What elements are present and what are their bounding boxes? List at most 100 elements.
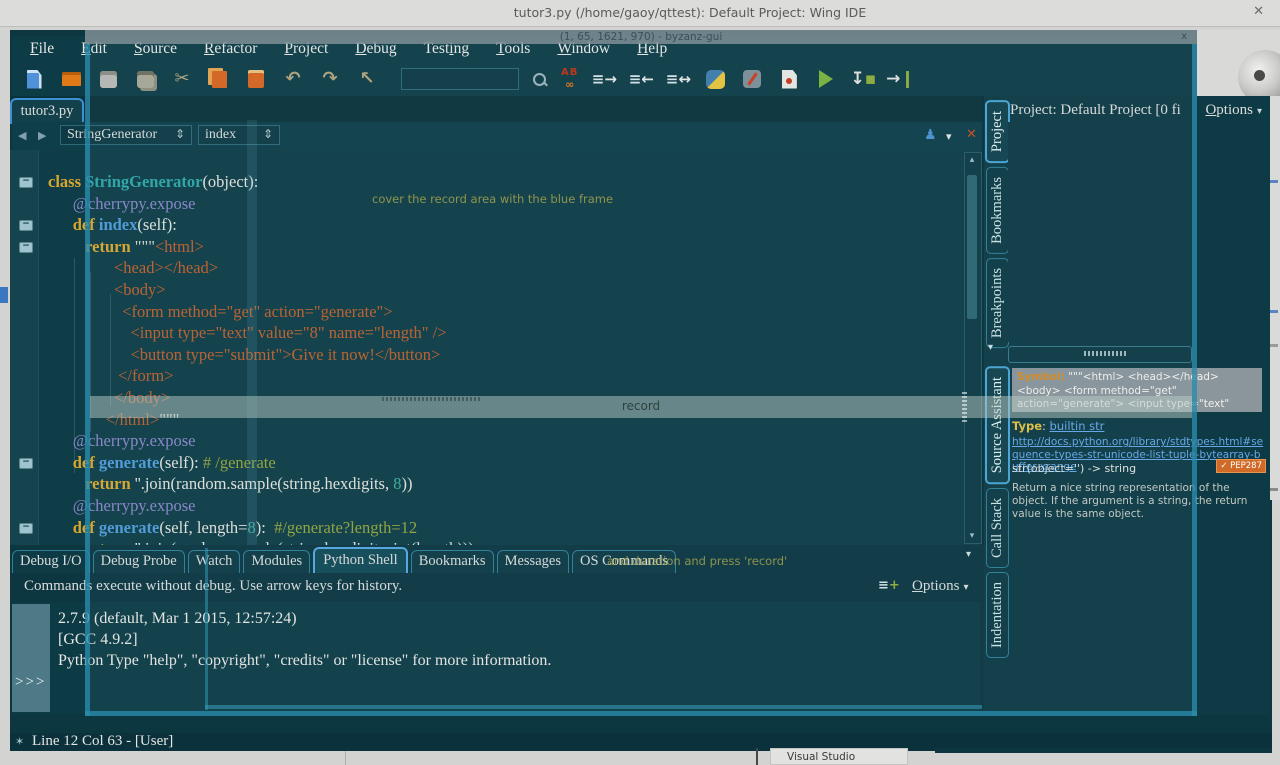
record-handle-dots [382, 397, 480, 401]
replace-icon[interactable]: AB∞ [561, 67, 578, 91]
close-editor-icon[interactable]: ✕ [966, 127, 977, 142]
redo-icon[interactable]: ↷ [318, 67, 342, 91]
search-input[interactable] [401, 68, 519, 90]
code-line[interactable]: <form method="get" action="generate"> [48, 301, 968, 323]
scrollbar-thumb[interactable] [967, 175, 977, 319]
code-editor[interactable]: − − − − − class StringGenerator(object): @ch… [10, 150, 984, 545]
record-handle-dots [962, 390, 967, 422]
indent-left-icon[interactable]: ≡← [629, 67, 653, 91]
scroll-down-icon[interactable]: ▾ [965, 531, 979, 541]
record-frame-left[interactable] [85, 44, 90, 716]
recorder-close-icon[interactable]: x [1181, 31, 1187, 42]
taskbar-divider [345, 751, 346, 765]
code-line[interactable]: @cherrypy.expose [48, 430, 968, 452]
panel-tab-breakpoints[interactable]: Breakpoints [986, 258, 1009, 348]
code-line[interactable]: return """<html> [48, 236, 968, 258]
record-button[interactable]: record [90, 396, 1192, 418]
code-line[interactable]: @cherrypy.expose [48, 495, 968, 517]
collapse-panel-icon[interactable]: ▾ [988, 342, 993, 353]
panel-tab-indentation[interactable]: Indentation [986, 572, 1009, 658]
window-edge [935, 748, 1272, 753]
python-icon[interactable] [703, 67, 727, 91]
window-close-icon[interactable]: ✕ [1253, 4, 1264, 19]
fold-marker[interactable]: − [19, 177, 33, 188]
code-line[interactable]: def generate(self): # /generate [48, 452, 968, 474]
debug-bug-icon[interactable]: ✶ [15, 735, 24, 748]
tab-python-shell[interactable]: Python Shell [313, 547, 408, 573]
copy-icon[interactable] [207, 67, 231, 91]
record-frame-right[interactable] [1192, 44, 1197, 716]
tab-watch[interactable]: Watch [188, 550, 241, 573]
new-file-icon[interactable] [22, 67, 46, 91]
tab-messages[interactable]: Messages [497, 550, 569, 573]
docstring-text: Return a nice string representation of t… [1012, 482, 1262, 521]
code-line[interactable]: <button type="submit">Give it now!</butt… [48, 344, 968, 366]
shell-line: 2.7.9 (default, Mar 1 2015, 12:57:24) [58, 608, 551, 629]
code-line[interactable]: <head></head> [48, 257, 968, 279]
panel-tab-call-stack[interactable]: Call Stack [986, 488, 1009, 568]
python-shell[interactable]: >>> 2.7.9 (default, Mar 1 2015, 12:57:24… [12, 602, 980, 714]
fold-marker[interactable]: − [19, 220, 33, 231]
sliver-mark [1269, 344, 1278, 347]
nav-forward-icon[interactable]: ▶ [38, 129, 46, 142]
open-folder-icon[interactable] [59, 67, 83, 91]
new-shell-icon[interactable]: ≡+ [878, 578, 900, 593]
paste-icon[interactable] [244, 67, 268, 91]
chevron-down-icon: ▾ [964, 582, 969, 593]
shell-output: 2.7.9 (default, Mar 1 2015, 12:57:24)[GC… [58, 608, 551, 671]
panel-tab-bookmarks[interactable]: Bookmarks [986, 167, 1009, 254]
fold-marker[interactable]: − [19, 458, 33, 469]
tab-debug-probe[interactable]: Debug Probe [93, 550, 185, 573]
panel-tab-project[interactable]: Project [985, 100, 1010, 163]
recorder-titlebar[interactable]: (1, 65, 1621, 970) - byzanz-gui x [85, 30, 1197, 44]
code-line[interactable]: return ''.join(random.sample(string.hexd… [48, 538, 968, 545]
editor-scrollbar[interactable]: ▴ ▾ [964, 152, 982, 544]
tab-modules[interactable]: Modules [243, 550, 310, 573]
tab-tutor3-py[interactable]: tutor3.py [10, 98, 84, 124]
tab-debug-i-o[interactable]: Debug I/O [12, 550, 90, 573]
tab-bookmarks[interactable]: Bookmarks [411, 550, 494, 573]
record-frame-bottom[interactable] [85, 711, 1197, 716]
build-tools-icon[interactable] [740, 67, 764, 91]
code-line[interactable]: <input type="text" value="8" name="lengt… [48, 322, 968, 344]
scope-dropdown[interactable]: StringGenerator⇕ [60, 125, 192, 145]
step-down-icon[interactable]: ↧▪ [851, 67, 875, 91]
code-text[interactable]: class StringGenerator(object): @cherrypy… [48, 150, 968, 545]
indent-right-icon[interactable]: ≡→ [592, 67, 616, 91]
save-icon[interactable] [96, 67, 120, 91]
scope-value: StringGenerator [67, 127, 157, 142]
code-line[interactable]: class StringGenerator(object): [48, 171, 968, 193]
undo-icon[interactable]: ↶ [281, 67, 305, 91]
fold-marker[interactable]: − [19, 523, 33, 534]
select-tool-icon[interactable]: ↖ [355, 67, 379, 91]
fold-marker[interactable]: − [19, 242, 33, 253]
collapse-bottom-icon[interactable]: ▾ [966, 549, 971, 560]
code-line[interactable]: return ''.join(random.sample(string.hexd… [48, 473, 968, 495]
code-line[interactable]: def index(self): [48, 214, 968, 236]
builtin-str-link[interactable]: builtin str [1050, 419, 1105, 433]
code-line[interactable]: </form> [48, 365, 968, 387]
panel-tab-source-assistant[interactable]: Source Assistant [985, 366, 1010, 484]
debug-file-icon[interactable] [777, 67, 801, 91]
step-into-icon[interactable]: →❙ [888, 67, 912, 91]
code-line[interactable]: def generate(self, length=8): #/generate… [48, 517, 968, 539]
shell-options-button[interactable]: Options▾ [912, 578, 969, 595]
code-line[interactable]: <body> [48, 279, 968, 301]
member-dropdown[interactable]: index⇕ [198, 125, 280, 145]
project-file-list[interactable] [1008, 122, 1270, 342]
save-all-icon[interactable] [133, 67, 157, 91]
window-titlebar[interactable]: tutor3.py (/home/gaoy/qttest): Default P… [0, 0, 1280, 27]
indent-match-icon[interactable]: ≡↔ [666, 67, 690, 91]
scroll-up-icon[interactable]: ▴ [965, 155, 979, 165]
run-icon[interactable] [814, 67, 838, 91]
nav-back-icon[interactable]: ◀ [18, 129, 26, 142]
search-icon[interactable] [527, 67, 551, 91]
resize-handle-dots[interactable] [1084, 351, 1126, 356]
editor-nav-bar: ◀ ▶ StringGenerator⇕ index⇕ ♟ ▾ ✕ [12, 122, 982, 151]
chevron-down-icon[interactable]: ▾ [946, 130, 952, 143]
project-options-button[interactable]: Options▾ [1205, 102, 1262, 119]
cut-icon[interactable]: ✂ [170, 67, 194, 91]
menu-file[interactable]: File [30, 40, 54, 58]
taskbar-item-visual-studio[interactable]: Visual Studio [770, 748, 908, 765]
goto-symbol-icon[interactable]: ♟ [924, 127, 937, 143]
